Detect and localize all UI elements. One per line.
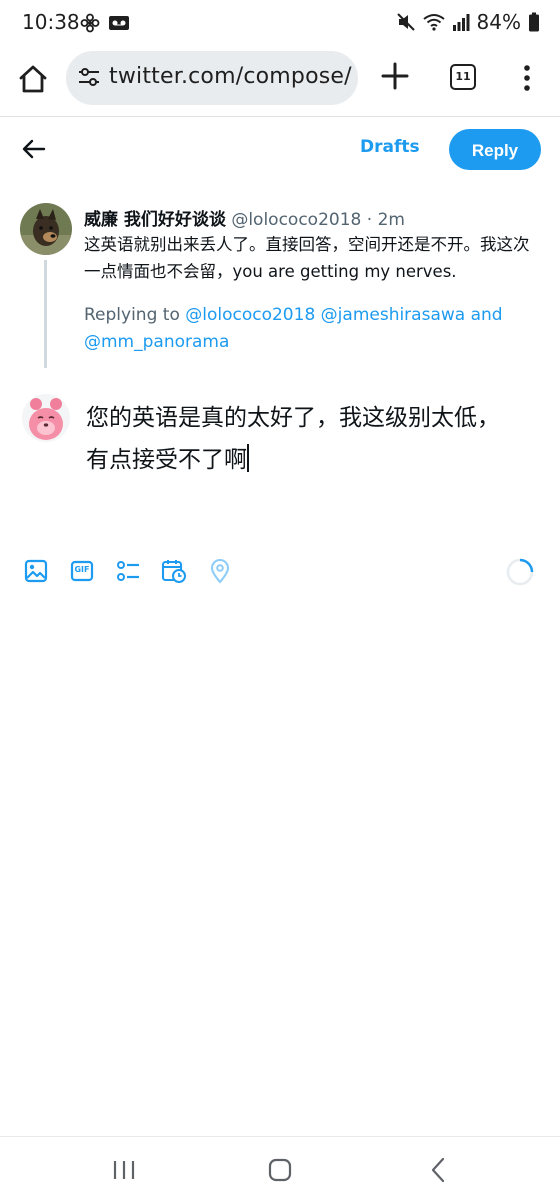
- address-bar[interactable]: twitter.com/compose/: [66, 51, 358, 105]
- battery-icon: [529, 12, 539, 32]
- reply-text-line: 有点接受不了啊: [86, 447, 247, 473]
- system-nav-bar: [0, 1136, 560, 1201]
- my-avatar[interactable]: [22, 394, 70, 442]
- poll-icon[interactable]: [115, 558, 141, 584]
- status-time: 10:38: [22, 10, 80, 34]
- mention-and[interactable]: and: [471, 305, 503, 325]
- drafts-link[interactable]: Drafts: [360, 137, 420, 157]
- plus-icon[interactable]: [380, 61, 410, 91]
- status-system-icons: 84%: [396, 10, 540, 34]
- char-count-ring-icon: [506, 558, 534, 586]
- mention-link[interactable]: @mm_panorama: [84, 332, 229, 352]
- voicemail-icon: [109, 16, 129, 30]
- wifi-icon: [422, 14, 445, 31]
- meta-separator: ·: [366, 210, 373, 230]
- status-bar: 10:38 84%: [0, 0, 560, 48]
- image-icon[interactable]: [23, 558, 49, 584]
- compose-toolbar: GIF: [0, 555, 560, 591]
- home-icon[interactable]: [16, 62, 50, 96]
- replying-to-line: Replying to @lolococo2018 @jameshirasawa…: [84, 302, 544, 356]
- original-tweet-time: 2m: [377, 210, 405, 230]
- mention-link[interactable]: @lolococo2018: [185, 305, 315, 325]
- home-nav-icon[interactable]: [268, 1158, 292, 1182]
- tune-icon[interactable]: [78, 67, 100, 87]
- battery-percent: 84%: [476, 10, 521, 34]
- arrow-left-icon[interactable]: [20, 135, 48, 163]
- mute-icon: [396, 13, 415, 31]
- back-nav-icon[interactable]: [428, 1157, 448, 1183]
- status-notification-icons: [80, 13, 130, 33]
- replying-to-label: Replying to: [84, 305, 180, 325]
- original-tweet-header: 威廉 我们好好谈谈 @lolococo2018 · 2m: [84, 205, 405, 230]
- url-text[interactable]: twitter.com/compose/: [109, 64, 352, 89]
- recents-icon[interactable]: [112, 1159, 136, 1181]
- mention-link[interactable]: @jameshirasawa: [321, 305, 466, 325]
- original-author-avatar[interactable]: [20, 203, 72, 255]
- signal-icon: [452, 14, 470, 31]
- browser-toolbar: twitter.com/compose/ 11: [0, 48, 560, 117]
- original-author-handle[interactable]: @lolococo2018: [231, 210, 361, 230]
- fan-icon: [80, 13, 100, 33]
- gif-label: GIF: [74, 565, 90, 574]
- menu-dots-icon[interactable]: [522, 64, 532, 92]
- location-icon[interactable]: [207, 558, 233, 584]
- reply-text-line: 您的英语是真的太好了，我这级别太低，: [86, 405, 500, 431]
- compose-header: Drafts Reply: [0, 117, 560, 181]
- original-author-name[interactable]: 威廉 我们好好谈谈: [84, 210, 226, 230]
- gif-icon[interactable]: GIF: [69, 558, 95, 584]
- reply-text-input[interactable]: 您的英语是真的太好了，我这级别太低， 有点接受不了啊: [86, 397, 546, 481]
- thread-connector-line: [44, 260, 47, 368]
- reply-button[interactable]: Reply: [449, 129, 541, 170]
- reply-text-line-last: 有点接受不了啊: [86, 439, 546, 481]
- schedule-icon[interactable]: [161, 558, 187, 584]
- original-tweet-text: 这英语就别出来丢人了。直接回答，空间开还是不开。我这次一点情面也不会留，you …: [84, 235, 530, 281]
- text-caret: [247, 444, 249, 472]
- tab-switcher-button[interactable]: 11: [450, 64, 476, 90]
